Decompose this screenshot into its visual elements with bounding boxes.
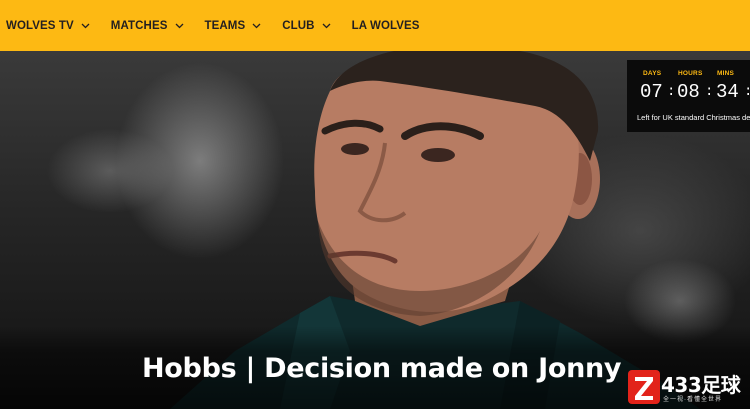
countdown-days-label: DAYS: [643, 70, 662, 77]
watermark-subtext: 全一视·看懂全世界: [663, 397, 722, 403]
chevron-down-icon: [322, 23, 331, 29]
chevron-down-icon: [252, 23, 261, 29]
chevron-down-icon: [81, 23, 90, 29]
countdown-separator: :: [705, 84, 714, 100]
christmas-countdown-widget: DAYS HOURS MINS 07 : 08 : 34 : Left for …: [627, 60, 750, 132]
countdown-hours-value: 08: [677, 81, 700, 103]
countdown-caption: Left for UK standard Christmas de: [637, 113, 750, 122]
countdown-days-value: 07: [640, 81, 663, 103]
nav-item-label: CLUB: [282, 19, 315, 32]
nav-item-la-wolves[interactable]: LA WOLVES: [352, 0, 420, 51]
nav-item-label: WOLVES TV: [6, 19, 74, 32]
chevron-down-icon: [175, 23, 184, 29]
nav-item-wolves-tv[interactable]: WOLVES TV: [6, 0, 90, 51]
site-watermark: 433足球 全一视·看懂全世界: [627, 367, 750, 409]
nav-item-club[interactable]: CLUB: [282, 0, 331, 51]
countdown-separator: :: [667, 84, 676, 100]
nav-item-label: LA WOLVES: [351, 19, 420, 32]
countdown-separator: :: [744, 84, 750, 100]
nav-item-label: MATCHES: [110, 19, 168, 32]
hero-headline-link[interactable]: Hobbs | Decision made on Jonny: [142, 353, 642, 384]
watermark-logo-icon: [628, 370, 660, 404]
nav-item-label: TEAMS: [204, 19, 246, 32]
nav-item-teams[interactable]: TEAMS: [205, 0, 262, 51]
countdown-mins-label: MINS: [717, 70, 735, 77]
top-navigation-bar: WOLVES TV MATCHES TEAMS CLUB LA WOLVES: [0, 0, 750, 51]
countdown-mins-value: 34: [716, 81, 739, 103]
countdown-hours-label: HOURS: [678, 70, 703, 77]
nav-item-matches[interactable]: MATCHES: [111, 0, 184, 51]
